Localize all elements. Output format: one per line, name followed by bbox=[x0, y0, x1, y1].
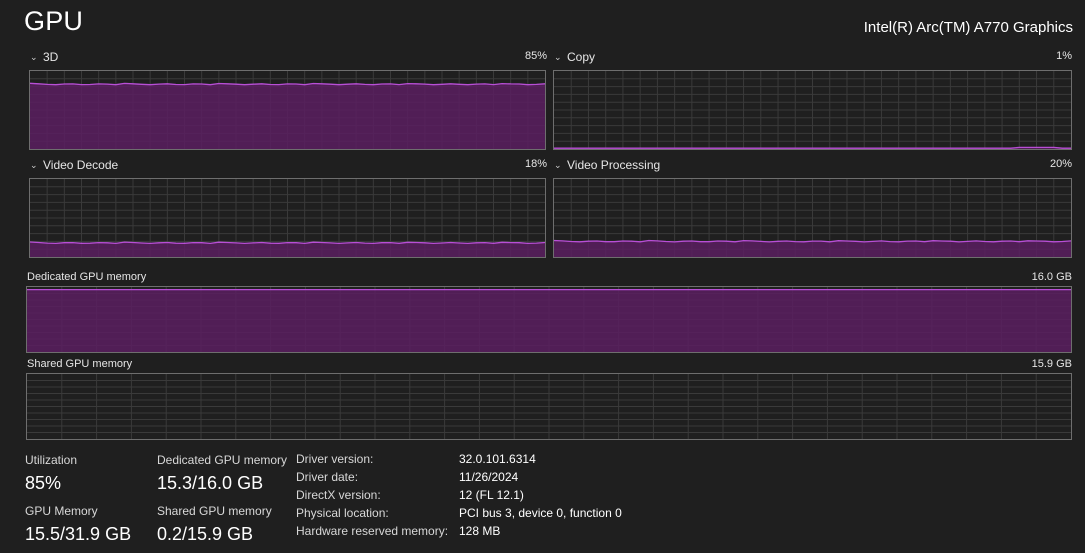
gpu-properties: Driver version: 32.0.101.6314 Driver date… bbox=[296, 452, 622, 542]
engine-percent: 20% bbox=[1049, 158, 1072, 170]
gpu-memory-stat: GPU Memory 15.5/31.9 GB bbox=[25, 504, 131, 545]
engine-percent: 85% bbox=[524, 50, 547, 62]
chevron-down-icon[interactable]: ⌄ bbox=[30, 160, 40, 171]
property-row: Driver date: 11/26/2024 bbox=[296, 470, 622, 488]
property-key: Driver date: bbox=[296, 470, 359, 484]
property-row: Driver version: 32.0.101.6314 bbox=[296, 452, 622, 470]
property-value: PCI bus 3, device 0, function 0 bbox=[459, 506, 622, 520]
engine-copy-header[interactable]: ⌄ Copy 1% bbox=[554, 50, 1072, 66]
property-row: Hardware reserved memory: 128 MB bbox=[296, 524, 622, 542]
engine-3d-header[interactable]: ⌄ 3D 85% bbox=[30, 50, 547, 66]
memory-graph-label: Dedicated GPU memory bbox=[27, 271, 147, 283]
dedicated-memory-stat: Dedicated GPU memory 15.3/16.0 GB bbox=[157, 453, 287, 494]
device-name: Intel(R) Arc(TM) A770 Graphics bbox=[863, 19, 1073, 36]
chevron-down-icon[interactable]: ⌄ bbox=[30, 52, 40, 63]
shared-memory-header: Shared GPU memory 15.9 GB bbox=[27, 358, 1072, 372]
usage-graph-svg bbox=[554, 71, 1071, 149]
stat-label: Dedicated GPU memory bbox=[157, 453, 288, 467]
usage-area bbox=[30, 242, 545, 257]
property-value: 12 (FL 12.1) bbox=[459, 488, 524, 502]
engine-label: Video Decode bbox=[43, 158, 119, 172]
memory-graph-capacity: 16.0 GB bbox=[1031, 271, 1072, 283]
property-key: Driver version: bbox=[296, 452, 374, 466]
shared-memory-stat: Shared GPU memory 0.2/15.9 GB bbox=[157, 504, 272, 545]
property-value: 32.0.101.6314 bbox=[459, 452, 536, 466]
stat-label: Utilization bbox=[25, 453, 78, 467]
stat-label: GPU Memory bbox=[25, 504, 98, 518]
property-row: DirectX version: 12 (FL 12.1) bbox=[296, 488, 622, 506]
utilization-stat: Utilization 85% bbox=[25, 453, 77, 494]
usage-line bbox=[30, 241, 545, 245]
property-key: Hardware reserved memory: bbox=[296, 524, 449, 538]
usage-line bbox=[30, 82, 545, 86]
usage-area bbox=[554, 240, 1071, 257]
stat-label: Shared GPU memory bbox=[157, 504, 272, 518]
usage-area bbox=[30, 83, 545, 149]
memory-graph-capacity: 15.9 GB bbox=[1031, 358, 1072, 370]
engine-video-processing-graph bbox=[553, 178, 1072, 258]
engine-percent: 18% bbox=[524, 158, 547, 170]
property-value: 11/26/2024 bbox=[459, 470, 519, 484]
engine-3d-graph bbox=[29, 70, 546, 150]
engine-label: Copy bbox=[567, 50, 596, 64]
property-value: 128 MB bbox=[459, 524, 501, 538]
engine-percent: 1% bbox=[1056, 50, 1072, 62]
usage-graph-svg bbox=[30, 179, 545, 257]
engine-video-decode-graph bbox=[29, 178, 546, 258]
dedicated-memory-graph bbox=[26, 286, 1072, 353]
chevron-down-icon[interactable]: ⌄ bbox=[554, 52, 564, 63]
engine-label: 3D bbox=[43, 50, 59, 64]
property-key: DirectX version: bbox=[296, 488, 381, 502]
engine-label: Video Processing bbox=[567, 158, 661, 172]
engine-video-processing-header[interactable]: ⌄ Video Processing 20% bbox=[554, 158, 1072, 174]
engine-copy-graph bbox=[553, 70, 1072, 150]
property-row: Physical location: PCI bus 3, device 0, f… bbox=[296, 506, 622, 524]
stat-value: 85% bbox=[25, 473, 62, 493]
usage-area bbox=[27, 289, 1071, 352]
chevron-down-icon[interactable]: ⌄ bbox=[554, 160, 564, 171]
memory-graph-label: Shared GPU memory bbox=[27, 358, 133, 370]
usage-graph-svg bbox=[554, 179, 1071, 257]
shared-memory-graph bbox=[26, 373, 1072, 440]
usage-graph-svg bbox=[27, 287, 1071, 352]
stat-value: 0.2/15.9 GB bbox=[157, 524, 254, 544]
usage-graph-svg bbox=[27, 374, 1071, 439]
page-title: GPU bbox=[24, 6, 84, 36]
usage-line bbox=[554, 239, 1071, 243]
usage-graph-svg bbox=[30, 71, 545, 149]
dedicated-memory-header: Dedicated GPU memory 16.0 GB bbox=[27, 271, 1072, 285]
engine-video-decode-header[interactable]: ⌄ Video Decode 18% bbox=[30, 158, 547, 174]
stat-value: 15.5/31.9 GB bbox=[25, 524, 132, 544]
property-key: Physical location: bbox=[296, 506, 389, 520]
stat-value: 15.3/16.0 GB bbox=[157, 473, 264, 493]
